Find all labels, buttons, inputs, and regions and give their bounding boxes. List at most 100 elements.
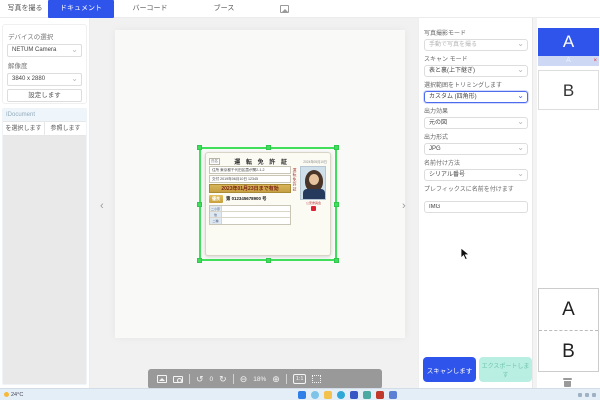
zoom-in-icon[interactable]: ⊕	[272, 375, 280, 384]
crop-handle-n[interactable]	[266, 145, 271, 150]
page-thumbnail-strip: A A × B A B	[537, 18, 600, 388]
combined-output-preview[interactable]: A B	[538, 288, 599, 372]
output-effect-select[interactable]: 元の図 ⌄	[424, 117, 528, 129]
scanner-app-icon[interactable]	[389, 391, 397, 399]
chevron-down-icon: ⌄	[517, 39, 524, 49]
weather-temp: 24°C	[11, 392, 23, 398]
photo-mode-label: 写真撮影モード	[424, 28, 528, 37]
tab-document[interactable]: ドキュメント	[48, 0, 114, 18]
document-tabs: を選択します 参照します	[3, 121, 86, 136]
crop-range-value: カスタム (四角形)	[429, 94, 477, 100]
windows-taskbar: 24°C	[0, 388, 600, 400]
chevron-down-icon: ⌄	[517, 143, 524, 153]
tab-select-all[interactable]: を選択します	[3, 122, 44, 135]
edit-image-icon[interactable]	[157, 375, 167, 383]
tab-take-photo[interactable]: 写真を撮る	[6, 0, 44, 18]
taskbar-system-tray[interactable]	[578, 393, 596, 397]
taskbar-weather-widget[interactable]: 24°C	[4, 392, 23, 398]
output-effect-value: 元の図	[429, 120, 447, 126]
taskbar-app-icons	[298, 391, 397, 399]
thumbnail-page-b[interactable]: B	[538, 70, 599, 110]
chevron-down-icon: ⌄	[517, 91, 524, 101]
resolution-select[interactable]: 3840 x 2880 ⌄	[7, 73, 82, 86]
crop-handle-s[interactable]	[266, 258, 271, 263]
document-section-title: IDocument	[3, 109, 86, 121]
naming-method-select[interactable]: シリアル番号 ⌄	[424, 169, 528, 181]
crop-handle-e[interactable]	[334, 202, 339, 207]
naming-method-value: シリアル番号	[429, 172, 465, 178]
device-select-label: デバイスの選択	[8, 31, 82, 41]
scan-mode-value: 表と裏(上下継ぎ)	[429, 68, 475, 74]
output-format-select[interactable]: JPG ⌄	[424, 143, 528, 155]
rotate-right-icon[interactable]: ↻	[219, 375, 227, 384]
app-icon-red[interactable]	[376, 391, 384, 399]
resolution-select-value: 3840 x 2880	[12, 76, 45, 82]
chevron-down-icon: ⌄	[71, 44, 78, 55]
prefix-name-input[interactable]	[424, 201, 528, 213]
chevron-down-icon: ⌄	[71, 73, 78, 84]
fit-to-screen-icon[interactable]	[312, 375, 321, 383]
chevron-down-icon: ⌄	[517, 117, 524, 127]
thumbnail-page-a-ghost[interactable]: A ×	[538, 56, 599, 66]
device-select[interactable]: NETUM Camera ⌄	[7, 44, 82, 57]
thumbnail-ghost-label: A	[566, 57, 571, 64]
tab-barcode[interactable]: バーコード	[128, 0, 172, 18]
thumbnail-page-a[interactable]: A	[538, 28, 599, 56]
export-button[interactable]: エクスポートします	[479, 357, 532, 382]
left-sidebar: デバイスの選択 NETUM Camera ⌄ 解像度 3840 x 2880 ⌄…	[0, 18, 90, 388]
rotate-left-icon[interactable]: ↺	[196, 375, 204, 384]
crop-handle-w[interactable]	[197, 202, 202, 207]
crop-handle-ne[interactable]	[334, 145, 339, 150]
combined-bottom-label: B	[539, 330, 598, 371]
tab-booth[interactable]: ブース	[208, 0, 240, 18]
preview-area: ‹ › 氏名 運 転 免 許 証 2024年05月10日 住所 東京都千代田区霞…	[90, 18, 418, 388]
crop-range-label: 選択範囲をトリミングします	[424, 80, 528, 89]
scan-options-panel: 写真撮影モード 手動で写真を撮る ⌄ スキャン モード 表と裏(上下継ぎ) ⌄ …	[418, 18, 532, 388]
device-card: デバイスの選択 NETUM Camera ⌄ 解像度 3840 x 2880 ⌄…	[2, 24, 87, 104]
preview-toolbar: ↺ 0 ↻ ⊖ 18% ⊕ 1:1	[148, 369, 382, 389]
device-select-value: NETUM Camera	[12, 47, 56, 53]
scan-mode-label: スキャン モード	[424, 54, 528, 63]
store-icon[interactable]	[350, 391, 358, 399]
next-page-arrow[interactable]: ›	[402, 200, 406, 212]
scan-mode-select[interactable]: 表と裏(上下継ぎ) ⌄	[424, 65, 528, 77]
photo-mode-select[interactable]: 手動で写真を撮る ⌄	[424, 39, 528, 51]
tab-browse[interactable]: 参照します	[44, 122, 86, 135]
scan-button[interactable]: スキャンします	[423, 357, 476, 382]
crop-range-select[interactable]: カスタム (四角形) ⌄	[424, 91, 528, 103]
actual-size-button[interactable]: 1:1	[293, 374, 307, 384]
camera-capture-icon[interactable]	[173, 376, 183, 383]
crop-selection-marquee[interactable]	[199, 147, 337, 261]
image-tab-icon[interactable]	[280, 5, 289, 13]
prefix-name-label: プレフィックスに名前を付けます	[424, 184, 528, 193]
document-list-empty	[3, 136, 86, 385]
file-explorer-icon[interactable]	[324, 391, 332, 399]
tray-icon	[592, 393, 596, 397]
prev-page-arrow[interactable]: ‹	[100, 200, 104, 212]
chevron-down-icon: ⌄	[517, 65, 524, 75]
trash-icon[interactable]	[563, 378, 572, 387]
resolution-label: 解像度	[8, 60, 82, 70]
crop-handle-se[interactable]	[334, 258, 339, 263]
document-section: IDocument を選択します 参照します	[2, 108, 87, 385]
zoom-level-value: 18%	[253, 376, 266, 383]
app-icon-teal[interactable]	[363, 391, 371, 399]
crop-handle-nw[interactable]	[197, 145, 202, 150]
chevron-down-icon: ⌄	[517, 169, 524, 179]
edge-icon[interactable]	[337, 391, 345, 399]
top-tab-bar: 写真を撮る ドキュメント バーコード ブース	[0, 0, 600, 18]
output-effect-label: 出力効果	[424, 106, 528, 115]
start-icon[interactable]	[298, 391, 306, 399]
zoom-out-icon[interactable]: ⊖	[240, 375, 248, 384]
tray-icon	[585, 393, 589, 397]
combined-top-label: A	[539, 289, 598, 330]
rotate-angle-value: 0	[210, 376, 214, 383]
weather-icon	[4, 392, 9, 397]
output-format-value: JPG	[429, 146, 441, 152]
delete-x-icon[interactable]: ×	[593, 56, 597, 66]
search-icon[interactable]	[311, 391, 319, 399]
settings-button[interactable]: 設定します	[7, 89, 82, 102]
naming-method-label: 名前付け方法	[424, 158, 528, 167]
photo-mode-value: 手動で写真を撮る	[429, 42, 477, 48]
crop-handle-sw[interactable]	[197, 258, 202, 263]
